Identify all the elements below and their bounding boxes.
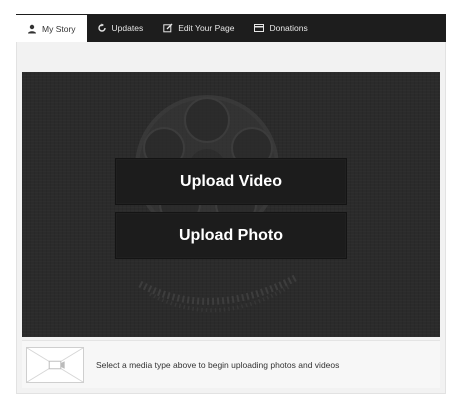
upload-video-button[interactable]: Upload Video	[115, 158, 347, 205]
tab-bar: My Story Updates Edit Your Page Donation…	[16, 14, 446, 42]
tab-donations-label: Donations	[269, 23, 308, 33]
edit-icon	[163, 23, 173, 33]
tab-updates[interactable]: Updates	[87, 14, 154, 42]
tab-donations[interactable]: Donations	[244, 14, 317, 42]
content-panel: Upload Video Upload Photo Select a media…	[16, 42, 446, 394]
tab-edit-your-page[interactable]: Edit Your Page	[153, 14, 244, 42]
upload-hint-text: Select a media type above to begin uploa…	[96, 359, 340, 370]
media-placeholder-icon	[26, 346, 84, 383]
user-icon	[27, 24, 37, 34]
page: My Story Updates Edit Your Page Donation…	[0, 0, 450, 398]
refresh-icon	[97, 23, 107, 33]
upload-photo-button[interactable]: Upload Photo	[115, 212, 347, 259]
tab-edit-your-page-label: Edit Your Page	[178, 23, 235, 33]
tab-my-story-label: My Story	[42, 23, 76, 34]
media-upload-stage: Upload Video Upload Photo	[22, 72, 440, 337]
tab-updates-label: Updates	[111, 23, 144, 33]
tab-my-story[interactable]: My Story	[16, 15, 87, 42]
upload-hint-bar: Select a media type above to begin uploa…	[22, 340, 440, 388]
card-icon	[254, 23, 265, 33]
